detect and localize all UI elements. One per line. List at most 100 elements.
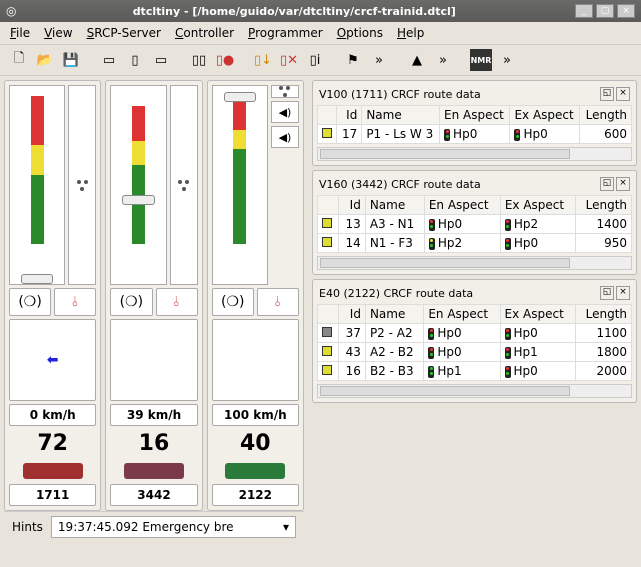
- col-header[interactable]: Ex Aspect: [500, 305, 576, 324]
- log-field[interactable]: 19:37:45.092 Emergency bre ▾: [51, 516, 296, 538]
- close-panel-button[interactable]: ×: [616, 87, 630, 101]
- status-square: [322, 365, 332, 375]
- menu-options[interactable]: Options: [337, 26, 383, 40]
- col-header[interactable]: Ex Aspect: [500, 196, 575, 215]
- table-row[interactable]: 17P1 - Ls W 3 Hp0 Hp0 600: [318, 125, 632, 144]
- coupler-button[interactable]: ⫰: [257, 288, 299, 316]
- speed-display: 100 km/h: [212, 404, 299, 426]
- col-header[interactable]: Name: [365, 196, 424, 215]
- col-header[interactable]: [318, 106, 337, 125]
- col-header[interactable]: Name: [362, 106, 440, 125]
- speed-display: 39 km/h: [110, 404, 197, 426]
- headlight-button[interactable]: (❍): [212, 288, 254, 316]
- detach-button[interactable]: ◱: [600, 286, 614, 300]
- slider-handle[interactable]: [122, 195, 155, 205]
- direction-button[interactable]: [110, 319, 197, 401]
- speaker-icon[interactable]: ◀): [271, 126, 299, 148]
- layout3-icon[interactable]: ▭: [150, 49, 172, 71]
- throttle-number: 16: [110, 429, 197, 458]
- open-icon[interactable]: 📂: [34, 49, 56, 71]
- speed-slider[interactable]: [212, 85, 268, 285]
- h-scrollbar[interactable]: [317, 147, 632, 161]
- col-header[interactable]: Id: [339, 305, 366, 324]
- h-scrollbar[interactable]: [317, 384, 632, 398]
- headlight-button[interactable]: (❍): [110, 288, 152, 316]
- col-header[interactable]: Length: [576, 305, 632, 324]
- train-icon[interactable]: ▲: [406, 49, 428, 71]
- loco-image: [212, 461, 299, 481]
- close-panel-button[interactable]: ×: [616, 286, 630, 300]
- nmr-icon[interactable]: NMR: [470, 49, 492, 71]
- col-header[interactable]: Id: [337, 106, 362, 125]
- more3-icon[interactable]: »: [496, 49, 518, 71]
- table-row[interactable]: 14N1 - F3 Hp2 Hp0 950: [318, 234, 632, 253]
- dropdown-icon[interactable]: ▾: [283, 520, 289, 534]
- headlight-button[interactable]: (❍): [9, 288, 51, 316]
- detach-button[interactable]: ◱: [600, 87, 614, 101]
- menu-programmer[interactable]: Programmer: [248, 26, 323, 40]
- direction-button[interactable]: ⬅: [9, 319, 96, 401]
- signal-icon: [505, 366, 511, 378]
- ctrl-info-icon[interactable]: ▯i: [304, 49, 326, 71]
- col-header[interactable]: [318, 305, 339, 324]
- throttle-number: 72: [9, 429, 96, 458]
- col-header[interactable]: En Aspect: [440, 106, 510, 125]
- h-scrollbar[interactable]: [317, 256, 632, 270]
- throttle-panel: (❍) ⫰ ⬅ 0 km/h 72 1711: [4, 80, 101, 511]
- layout1-icon[interactable]: ▭: [98, 49, 120, 71]
- menu-help[interactable]: Help: [397, 26, 424, 40]
- ctrl-stop-icon[interactable]: ▯●: [214, 49, 236, 71]
- loco-address: 2122: [212, 484, 299, 506]
- ctrl1-icon[interactable]: ▯▯: [188, 49, 210, 71]
- signal-icon: [505, 238, 511, 250]
- col-header[interactable]: Name: [365, 305, 423, 324]
- signal-icon: [505, 328, 511, 340]
- detach-button[interactable]: ◱: [600, 177, 614, 191]
- table-row[interactable]: 37P2 - A2 Hp0 Hp0 1100: [318, 324, 632, 343]
- loco-image: [110, 461, 197, 481]
- direction-button[interactable]: [212, 319, 299, 401]
- dots-icon[interactable]: [271, 85, 299, 98]
- ctrl-down-icon[interactable]: ▯↓: [252, 49, 274, 71]
- dots-icon[interactable]: [68, 85, 96, 285]
- table-row[interactable]: 13A3 - N1 Hp0 Hp2 1400: [318, 215, 632, 234]
- maximize-button[interactable]: ▢: [596, 4, 614, 18]
- menu-controller[interactable]: Controller: [175, 26, 234, 40]
- close-panel-button[interactable]: ×: [616, 177, 630, 191]
- coupler-button[interactable]: ⫰: [54, 288, 96, 316]
- table-row[interactable]: 16B2 - B3 Hp1 Hp0 2000: [318, 362, 632, 381]
- route-title: E40 (2122) CRCF route data: [319, 287, 598, 300]
- speed-display: 0 km/h: [9, 404, 96, 426]
- col-header[interactable]: Ex Aspect: [510, 106, 580, 125]
- col-header[interactable]: Id: [338, 196, 365, 215]
- table-row[interactable]: 43A2 - B2 Hp0 Hp1 1800: [318, 343, 632, 362]
- close-button[interactable]: ×: [617, 4, 635, 18]
- col-header[interactable]: Length: [576, 196, 632, 215]
- new-icon[interactable]: 🗋: [8, 49, 30, 71]
- more1-icon[interactable]: »: [368, 49, 390, 71]
- menu-file[interactable]: File: [10, 26, 30, 40]
- titlebar: ◎ dtcltiny - [/home/guido/var/dtcltiny/c…: [0, 0, 641, 22]
- signal-icon: [429, 238, 435, 250]
- col-header[interactable]: Length: [580, 106, 632, 125]
- more2-icon[interactable]: »: [432, 49, 454, 71]
- col-header[interactable]: En Aspect: [424, 196, 500, 215]
- menubar: File View SRCP-Server Controller Program…: [0, 22, 641, 45]
- speed-slider[interactable]: [110, 85, 166, 285]
- slider-handle[interactable]: [21, 274, 54, 284]
- signal-icon[interactable]: ⚑: [342, 49, 364, 71]
- minimize-button[interactable]: _: [575, 4, 593, 18]
- save-icon[interactable]: 💾: [60, 49, 82, 71]
- speed-slider[interactable]: [9, 85, 65, 285]
- menu-srcp[interactable]: SRCP-Server: [87, 26, 161, 40]
- slider-handle[interactable]: [224, 92, 257, 102]
- menu-view[interactable]: View: [44, 26, 72, 40]
- loco-image: [9, 461, 96, 481]
- speaker-icon[interactable]: ◀): [271, 101, 299, 123]
- col-header[interactable]: [318, 196, 339, 215]
- ctrl-del-icon[interactable]: ▯✕: [278, 49, 300, 71]
- dots-icon[interactable]: [170, 85, 198, 285]
- coupler-button[interactable]: ⫰: [156, 288, 198, 316]
- col-header[interactable]: En Aspect: [424, 305, 500, 324]
- layout2-icon[interactable]: ▯: [124, 49, 146, 71]
